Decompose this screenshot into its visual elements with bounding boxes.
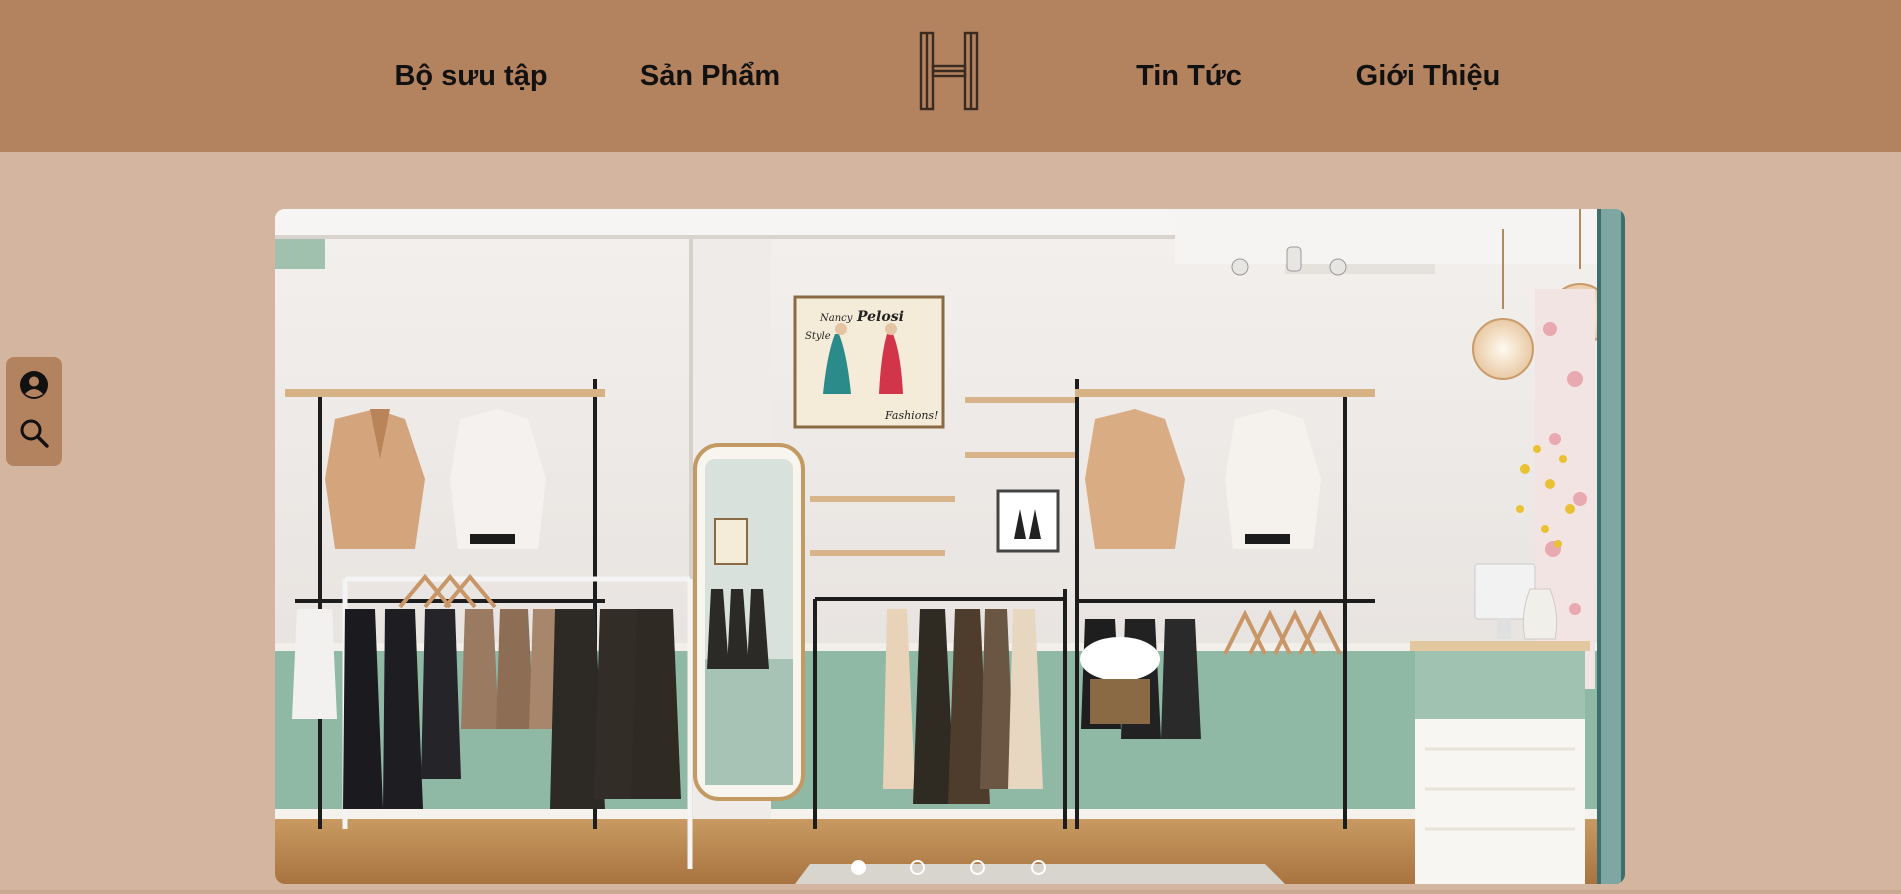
- slide-dot-3[interactable]: [970, 860, 985, 875]
- page-bottom-divider: [0, 890, 1901, 894]
- account-button[interactable]: [18, 369, 50, 401]
- nav-about[interactable]: Giới Thiệu: [1328, 0, 1528, 152]
- search-button[interactable]: [18, 417, 50, 449]
- search-icon: [20, 419, 49, 448]
- side-action-panel: [6, 357, 62, 466]
- nav-products[interactable]: Sản Phẩm: [610, 0, 810, 152]
- slide-dot-4[interactable]: [1031, 860, 1046, 875]
- store-interior-image: Nancy Pelosi Style Fashions!: [275, 209, 1625, 884]
- user-circle-icon: [20, 371, 48, 399]
- logo-h-icon: [919, 31, 979, 111]
- site-header: Bộ sưu tập Sản Phẩm Tin Tức Giới Thiệu: [0, 0, 1901, 152]
- svg-text:Style: Style: [805, 331, 831, 342]
- slider-pagination: [275, 858, 1625, 878]
- svg-text:Fashions!: Fashions!: [884, 409, 938, 422]
- hero-slider[interactable]: Nancy Pelosi Style Fashions!: [275, 209, 1625, 884]
- nav-news[interactable]: Tin Tức: [1089, 0, 1289, 152]
- svg-text:Pelosi: Pelosi: [856, 309, 904, 325]
- svg-text:Nancy: Nancy: [819, 313, 853, 324]
- slide-dot-1[interactable]: [851, 860, 866, 875]
- slide-dot-2[interactable]: [910, 860, 925, 875]
- nav-collections[interactable]: Bộ sưu tập: [371, 0, 571, 152]
- brand-logo[interactable]: [917, 30, 981, 112]
